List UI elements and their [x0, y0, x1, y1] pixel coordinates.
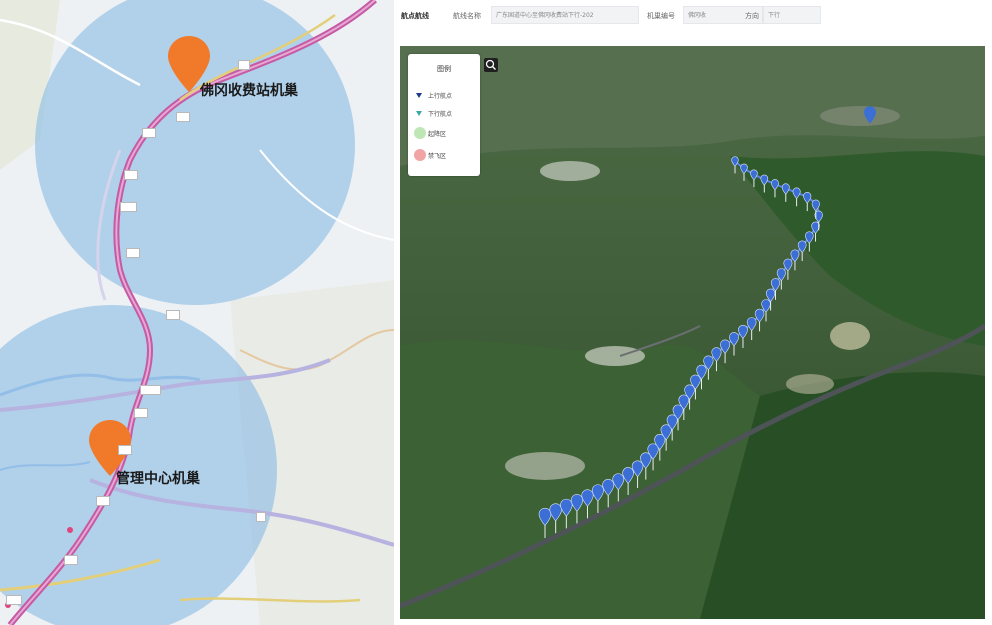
road-marker [140, 385, 162, 395]
landing-zone-icon [414, 127, 426, 139]
legend-label: 起降区 [428, 131, 447, 138]
road-marker [118, 445, 132, 455]
legend-title: 图例 [437, 65, 451, 73]
search-icon [485, 59, 496, 70]
legend-label: 下行航点 [428, 111, 453, 118]
route-toolbar: 航点航线 航线名称 广东国道中心至佛冈收费站下行-202 机巢编号 佛冈收 方向… [395, 0, 992, 34]
route-name-label: 航线名称 [453, 12, 481, 20]
road-marker [64, 555, 78, 565]
search-button[interactable] [484, 58, 498, 72]
pin-label-lower: 管理中心机巢 [116, 471, 200, 487]
legend-label: 禁飞区 [428, 153, 447, 160]
route-3d-panel: 航点航线 航线名称 广东国道中心至佛冈收费站下行-202 机巢编号 佛冈收 方向… [395, 0, 992, 625]
down-waypoint-icon [416, 111, 422, 116]
map-legend: 图例 上行航点 下行航点 起降区 禁飞区 [408, 54, 480, 176]
route-name-field[interactable]: 广东国道中心至佛冈收费站下行-202 [491, 6, 639, 24]
up-waypoint-icon [416, 93, 422, 98]
road-marker [120, 202, 138, 212]
nest-id-label: 机巢编号 [647, 12, 675, 20]
terrain-canvas [400, 46, 985, 619]
road-marker [166, 310, 180, 320]
no-fly-zone-icon [414, 149, 426, 161]
map-2d-view[interactable]: 佛冈收费站机巢 管理中心机巢 [0, 0, 394, 625]
road-marker [124, 170, 138, 180]
legend-label: 上行航点 [428, 93, 453, 100]
road-marker [6, 595, 22, 605]
road-marker [134, 408, 148, 418]
road-marker [126, 248, 140, 258]
map-canvas [0, 0, 394, 625]
road-marker [256, 512, 266, 522]
direction-label: 方向 [745, 12, 759, 20]
toolbar-title: 航点航线 [401, 12, 429, 20]
direction-field[interactable]: 下行 [763, 6, 821, 24]
terrain-3d-view[interactable]: 图例 上行航点 下行航点 起降区 禁飞区 [400, 46, 985, 619]
road-marker [96, 496, 110, 506]
road-marker [142, 128, 156, 138]
road-marker [176, 112, 190, 122]
pin-label-upper: 佛冈收费站机巢 [200, 83, 298, 99]
road-marker [238, 60, 250, 70]
